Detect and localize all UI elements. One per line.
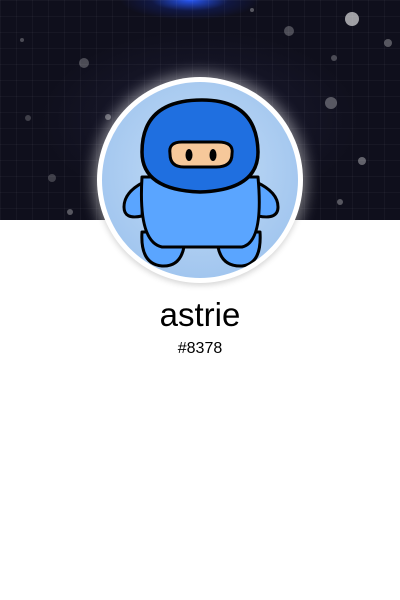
avatar-image <box>102 82 298 278</box>
blue-ninja-character-icon <box>122 98 280 268</box>
user-discriminator: #8378 <box>177 340 223 357</box>
user-avatar[interactable] <box>97 77 303 283</box>
username: astrie <box>159 296 241 333</box>
